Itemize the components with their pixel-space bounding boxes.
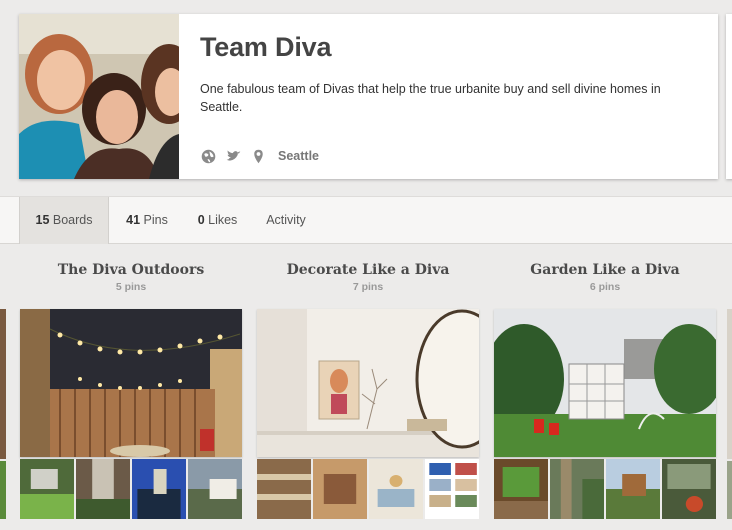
tab-activity[interactable]: Activity xyxy=(258,197,314,244)
board-decorate-like-a-diva[interactable]: Decorate Like a Diva 7 pins xyxy=(257,262,479,519)
tab-pins[interactable]: 41 Pins xyxy=(117,197,177,244)
tab-boards-label: Boards xyxy=(49,213,93,227)
board-thumbnail[interactable] xyxy=(132,459,186,519)
tab-activity-label: Activity xyxy=(266,213,306,227)
board-thumbnail[interactable] xyxy=(550,459,604,519)
tab-pins-count: 41 xyxy=(126,213,141,227)
board-title[interactable]: Decorate Like a Diva xyxy=(257,262,479,278)
location-pin-icon xyxy=(250,148,267,165)
tab-boards-count: 15 xyxy=(35,213,50,227)
profile-tabs: 15 Boards 41 Pins 0 Likes Activity xyxy=(0,196,732,244)
tab-likes-label: Likes xyxy=(204,213,238,227)
board-thumbnail[interactable] xyxy=(369,459,423,519)
board-thumbnail[interactable] xyxy=(188,459,242,519)
tab-boards[interactable]: 15 Boards xyxy=(19,197,109,244)
board-peek-right xyxy=(727,309,732,519)
board-thumbnail[interactable] xyxy=(662,459,716,519)
board-thumbnails xyxy=(257,459,479,519)
location-label: Seattle xyxy=(278,149,319,163)
board-garden-like-a-diva[interactable]: Garden Like a Diva 6 pins xyxy=(494,262,716,519)
board-title[interactable]: Garden Like a Diva xyxy=(494,262,716,278)
profile-description: One fabulous team of Divas that help the… xyxy=(200,82,661,114)
twitter-icon[interactable] xyxy=(225,148,242,165)
board-thumbnail[interactable] xyxy=(313,459,367,519)
board-cover-image[interactable] xyxy=(257,309,479,457)
board-thumbnail[interactable] xyxy=(76,459,130,519)
board-pin-count: 7 pins xyxy=(352,281,384,293)
globe-icon[interactable] xyxy=(200,148,217,165)
profile-name: Team Diva xyxy=(200,32,332,62)
board-title[interactable]: The Diva Outdoors xyxy=(20,262,242,278)
tab-likes[interactable]: 0 Likes xyxy=(190,197,245,244)
board-the-diva-outdoors[interactable]: The Diva Outdoors 5 pins xyxy=(20,262,242,519)
adjacent-card-edge xyxy=(726,14,732,179)
board-thumbnail[interactable] xyxy=(257,459,311,519)
board-cover-image[interactable] xyxy=(494,309,716,457)
profile-meta: Seattle xyxy=(200,146,319,166)
board-thumbnail[interactable] xyxy=(494,459,548,519)
board-pin-count: 6 pins xyxy=(589,281,621,293)
board-peek-left xyxy=(0,309,6,519)
board-cover-image[interactable] xyxy=(20,309,242,457)
board-thumbnails xyxy=(20,459,242,519)
board-thumbnail[interactable] xyxy=(425,459,479,519)
profile-card: Team Diva One fabulous team of Divas tha… xyxy=(19,14,718,179)
tab-likes-count: 0 xyxy=(197,213,205,227)
avatar-photo xyxy=(19,14,179,179)
avatar[interactable] xyxy=(19,14,179,179)
board-thumbnail[interactable] xyxy=(20,459,74,519)
board-pin-count: 5 pins xyxy=(115,281,147,293)
tab-pins-label: Pins xyxy=(140,213,168,227)
board-thumbnails xyxy=(494,459,716,519)
board-thumbnail[interactable] xyxy=(606,459,660,519)
